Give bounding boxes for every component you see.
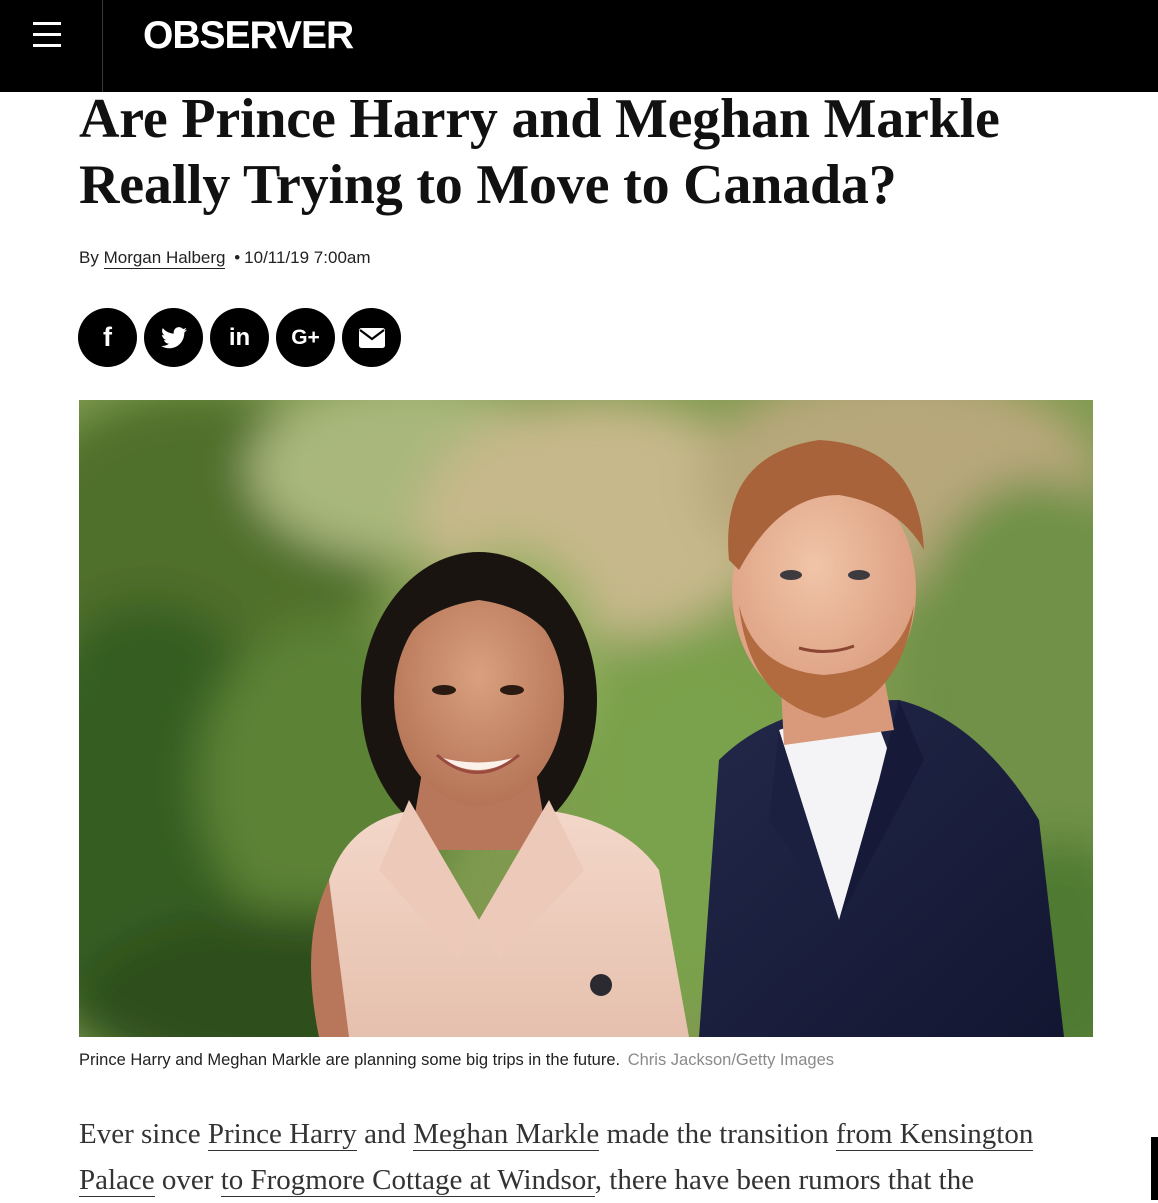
facebook-icon: f (103, 322, 112, 352)
site-logo[interactable]: OBSERVER (143, 14, 354, 58)
share-buttons: f in G+ (78, 308, 401, 367)
photo-credit: Chris Jackson/Getty Images (627, 1051, 835, 1069)
caption-text: Prince Harry and Meghan Markle are plann… (79, 1051, 621, 1069)
facebook-share-button[interactable]: f (78, 308, 137, 367)
meghan-markle-link[interactable]: Meghan Markle (413, 1118, 600, 1151)
scrollbar[interactable] (1151, 1137, 1158, 1200)
body-text: Ever since (79, 1118, 208, 1150)
linkedin-icon: in (228, 323, 251, 351)
google-plus-icon: G+ (291, 325, 320, 349)
prince-harry-link[interactable]: Prince Harry (207, 1118, 357, 1151)
email-share-button[interactable] (342, 308, 401, 367)
author-link[interactable]: Morgan Halberg (103, 248, 226, 269)
article-photo (79, 400, 1093, 1037)
hamburger-menu-button[interactable] (0, 0, 103, 92)
article-body-paragraph: Ever since Prince Harry and Meghan Markl… (79, 1111, 1099, 1203)
frogmore-cottage-link[interactable]: to Frogmore Cottage at Windsor (220, 1164, 595, 1197)
byline-separator: • (234, 248, 241, 267)
google-plus-share-button[interactable]: G+ (276, 308, 335, 367)
body-text: , there have been rumors that the (594, 1164, 975, 1196)
publish-timestamp: 10/11/19 7:00am (244, 248, 371, 267)
photo-caption: Prince Harry and Meghan Markle are plann… (79, 1051, 834, 1070)
top-navigation-bar: OBSERVER (0, 0, 1158, 92)
byline: By Morgan Halberg • 10/11/19 7:00am (79, 248, 371, 269)
twitter-icon (160, 326, 187, 349)
twitter-share-button[interactable] (144, 308, 203, 367)
body-text: made the transition (599, 1118, 836, 1150)
byline-prefix: By (79, 248, 99, 267)
linkedin-share-button[interactable]: in (210, 308, 269, 367)
envelope-icon (358, 327, 385, 348)
body-text: over (154, 1164, 221, 1196)
body-text: and (356, 1118, 414, 1150)
article-headline: Are Prince Harry and Meghan Markle Reall… (79, 88, 1000, 216)
